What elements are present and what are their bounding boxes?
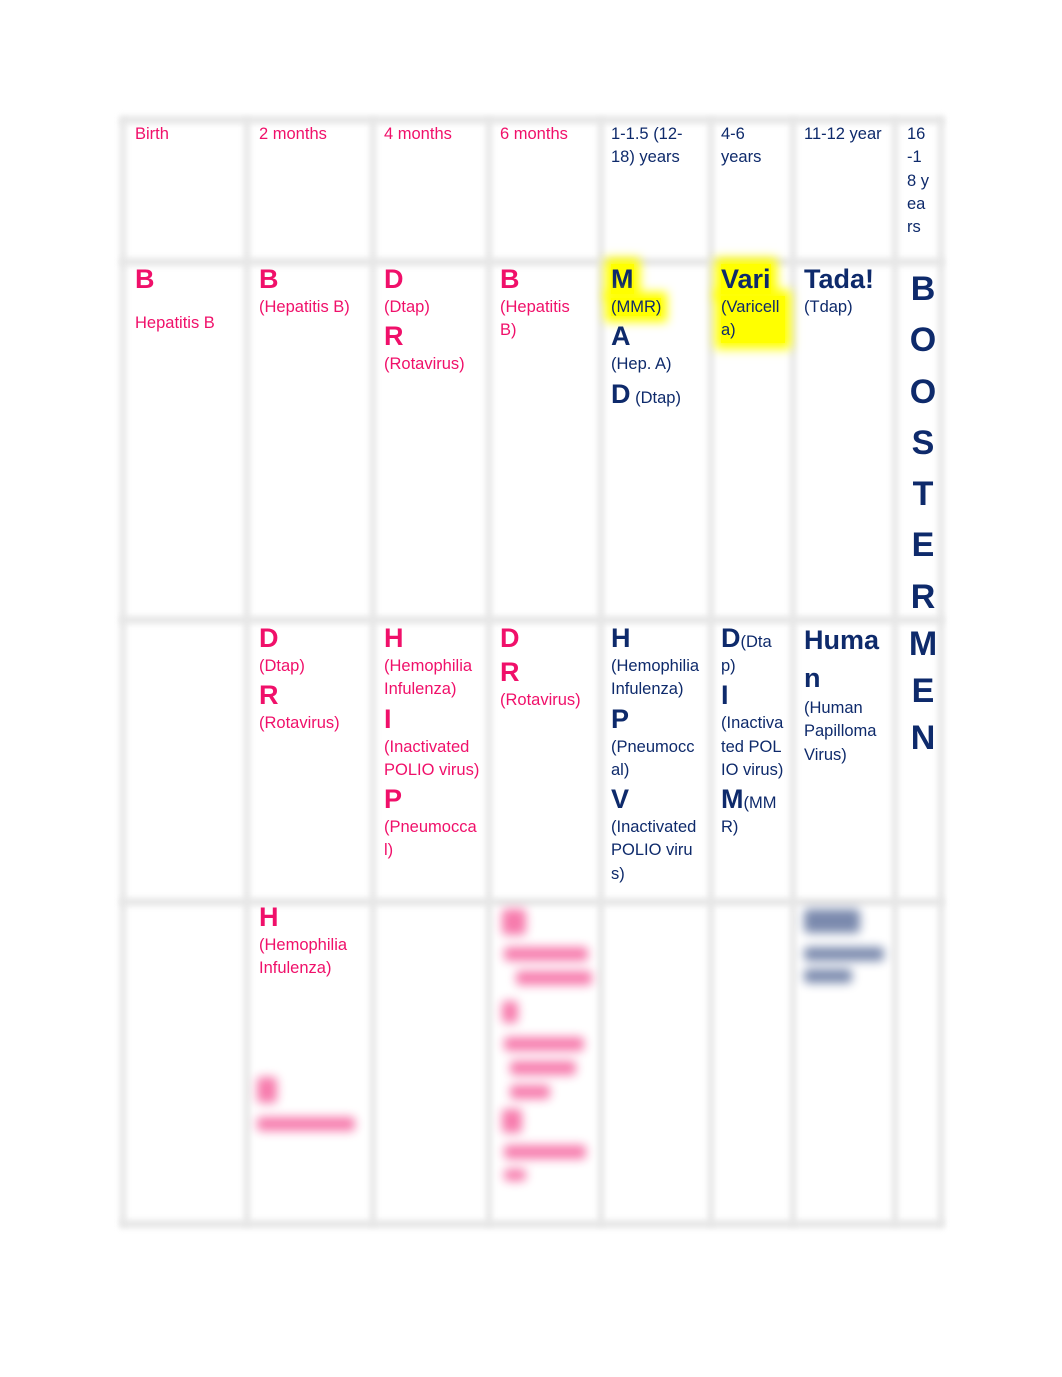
obscured-content bbox=[496, 905, 596, 1195]
vaccine-letter: H bbox=[384, 623, 404, 653]
vaccine-letter: Tada! bbox=[804, 264, 875, 294]
booster-letter: B bbox=[910, 270, 936, 308]
booster-letter: E bbox=[911, 526, 935, 565]
document-page: Birth 2 months 4 months 6 months 1-1.5 (… bbox=[0, 0, 1062, 1377]
vaccine-letter: R bbox=[384, 321, 404, 352]
vaccine-entry: M(MMR) bbox=[721, 782, 785, 839]
vaccine-letter: I bbox=[384, 703, 392, 734]
vaccine-name: (Tdap) bbox=[804, 298, 853, 316]
booster-letter: E bbox=[911, 672, 935, 711]
booster-letter: O bbox=[909, 372, 937, 411]
vaccine-name: (Hep. A) bbox=[611, 355, 672, 374]
vaccine-letter: P bbox=[384, 784, 403, 815]
vaccine-letter: R bbox=[500, 657, 520, 687]
vaccine-name: Hepatitis B bbox=[135, 314, 215, 332]
vaccine-name: (Hepatitis B) bbox=[500, 298, 570, 340]
cell-6-months-row1: B (Hepatitis B) bbox=[500, 262, 584, 343]
cell-4-6-years-row2: D(Dtap) I (Inactivated POLIO virus) M(MM… bbox=[721, 621, 785, 839]
booster-letter: O bbox=[909, 321, 937, 360]
obscured-content bbox=[800, 905, 890, 995]
header-2-months: 2 months bbox=[259, 125, 327, 143]
header-16-18-years: 16-18 years bbox=[907, 125, 930, 237]
header-birth: Birth bbox=[135, 125, 169, 143]
vaccine-name: (Pneumoccal) bbox=[611, 737, 695, 779]
vaccine-name: (Inactivated POLIO virus) bbox=[384, 737, 480, 779]
header-1-1-5-years: 1-1.5 (12-18) years bbox=[611, 125, 683, 167]
obscured-content bbox=[255, 1075, 365, 1165]
vaccine-name: (Rotavirus) bbox=[384, 355, 465, 374]
vaccine-name: (Dtap) bbox=[259, 657, 305, 675]
vaccine-letter: P bbox=[611, 703, 630, 734]
vaccine-name: (Human Papilloma Virus) bbox=[804, 699, 877, 764]
cell-11-12-year-row1: Tada! (Tdap) bbox=[804, 262, 890, 319]
cell-birth-row1: B Hepatitis B bbox=[135, 262, 235, 335]
vaccine-letter: D bbox=[721, 623, 741, 653]
grid-line bbox=[244, 118, 250, 1226]
vaccine-name: (Dtap) bbox=[635, 388, 681, 407]
header-4-6-years: 4-6 years bbox=[721, 125, 762, 167]
vaccine-letter: H bbox=[259, 902, 279, 932]
vaccine-name: (Rotavirus) bbox=[259, 714, 340, 733]
booster-letter: M bbox=[908, 625, 938, 664]
cell-2-months-row2: D (Dtap) R (Rotavirus) bbox=[259, 621, 364, 736]
vaccine-name: (Inactivated POLIO virus) bbox=[721, 714, 784, 779]
grid-line bbox=[790, 118, 796, 1226]
cell-6-months-row2: D R (Rotavirus) bbox=[500, 621, 595, 712]
vaccine-letter: B bbox=[135, 264, 155, 294]
vaccine-name: (Varicella) bbox=[721, 296, 785, 343]
vaccine-name: (Inactivated POLIO virus) bbox=[611, 818, 697, 883]
header-11-12-year: 11-12 year bbox=[804, 125, 882, 143]
vaccine-name: (Hepatitis B) bbox=[259, 298, 350, 316]
grid-line bbox=[120, 118, 126, 1226]
vaccine-letter: V bbox=[611, 784, 630, 815]
cell-1-1-5-years-row2: H (Hemophilia Infulenza) P (Pneumoccal) … bbox=[611, 621, 703, 886]
cell-4-months-row1: D (Dtap) R (Rotavirus) bbox=[384, 262, 484, 377]
header-6-months: 6 months bbox=[500, 125, 568, 143]
vaccine-name: (Pneumoccal) bbox=[384, 818, 477, 860]
vaccine-letter: Vari bbox=[721, 264, 771, 294]
cell-2-months-row3: H (Hemophilia Infulenza) bbox=[259, 900, 364, 981]
vaccine-name: (Hemophilia Infulenza) bbox=[259, 936, 348, 978]
vaccine-name: (Dtap) bbox=[384, 298, 430, 316]
cell-11-12-year-row2: Human (Human Papilloma Virus) bbox=[804, 621, 884, 767]
grid-line bbox=[892, 118, 898, 1226]
vaccine-letter: M bbox=[721, 784, 744, 815]
cell-1-1-5-years-row1: M (MMR) A (Hep. A) D (Dtap) bbox=[611, 262, 701, 411]
vaccine-letter: M bbox=[611, 264, 634, 294]
vaccine-letter: A bbox=[611, 321, 631, 352]
booster-letter: T bbox=[912, 475, 934, 514]
vaccine-letter: Human bbox=[804, 625, 880, 693]
vaccine-letter: B bbox=[259, 264, 279, 294]
grid-line bbox=[486, 118, 492, 1226]
vaccine-letter: I bbox=[721, 680, 729, 711]
grid-line bbox=[708, 118, 714, 1226]
vaccine-name: (Hemophilia Infulenza) bbox=[384, 657, 473, 699]
cell-4-6-years-row1: Vari (Varicella) bbox=[721, 262, 785, 343]
vaccine-letter: D bbox=[384, 264, 404, 294]
vaccine-letter: R bbox=[259, 680, 279, 711]
booster-letter: S bbox=[911, 423, 935, 462]
vaccine-entry: D(Dtap) bbox=[721, 621, 785, 678]
grid-line bbox=[370, 118, 376, 1226]
vaccine-name: (MMR) bbox=[611, 298, 662, 316]
vaccine-letter: D bbox=[611, 378, 631, 409]
vaccine-letter: D bbox=[259, 623, 279, 653]
booster-letter: R bbox=[910, 577, 936, 616]
vaccine-name: (Rotavirus) bbox=[500, 691, 581, 709]
cell-2-months-row1: B (Hepatitis B) bbox=[259, 262, 364, 319]
vaccine-letter: H bbox=[611, 623, 631, 653]
vaccine-letter: B bbox=[500, 264, 520, 294]
vaccine-letter: D bbox=[500, 623, 520, 653]
header-4-months: 4 months bbox=[384, 125, 452, 143]
cell-4-months-row2: H (Hemophilia Infulenza) I (Inactivated … bbox=[384, 621, 482, 863]
booster-vertical-label: B O O S T E R M E N bbox=[906, 264, 940, 762]
booster-letter: N bbox=[910, 719, 936, 758]
vaccine-name: (Hemophilia Infulenza) bbox=[611, 657, 700, 699]
grid-line bbox=[598, 118, 604, 1226]
grid-line bbox=[120, 1220, 944, 1228]
